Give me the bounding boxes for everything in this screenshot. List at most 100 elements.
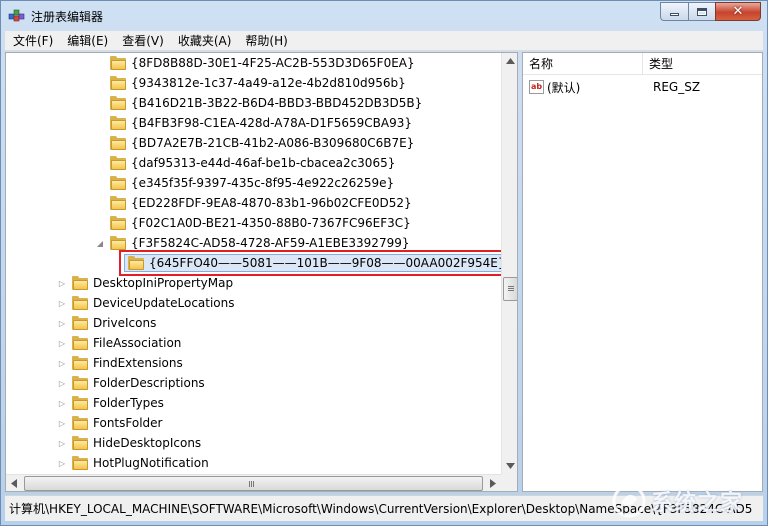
tree-item-label: FileAssociation (93, 336, 182, 350)
menu-file[interactable]: 文件(F) (7, 31, 59, 51)
tree-item-label: {8FD8B88D-30E1-4F25-AC2B-553D3D65F0EA} (131, 56, 415, 70)
folder-icon (72, 356, 88, 370)
expander-icon[interactable]: ▷ (58, 319, 66, 328)
tree-item-label: {e345f35f-9397-435c-8f95-4e922c26259e} (131, 176, 395, 190)
expander-icon[interactable] (96, 99, 104, 107)
tree-item-label: HotPlugNotification (93, 456, 209, 470)
tree-item[interactable]: ▷ DesktopIniPropertyMap (58, 273, 233, 293)
folder-icon (72, 336, 88, 350)
expander-icon[interactable] (96, 199, 104, 207)
folder-icon (110, 196, 126, 210)
tree-item[interactable]: ▷ FindExtensions (58, 353, 183, 373)
tree-vertical-scroll-thumb[interactable] (503, 277, 517, 301)
tree-item[interactable]: {8FD8B88D-30E1-4F25-AC2B-553D3D65F0EA} (96, 53, 415, 73)
tree-item-label: {B416D21B-3B22-B6D4-BBD3-BBD452DB3D5B} (131, 96, 423, 110)
maximize-button[interactable] (688, 2, 715, 21)
highlight-box (119, 250, 504, 276)
menu-help[interactable]: 帮助(H) (239, 31, 293, 51)
tree-item[interactable]: {daf95313-e44d-46af-be1b-cbacea2c3065} (96, 153, 395, 173)
scroll-up-arrow-icon[interactable] (506, 58, 515, 64)
folder-icon (72, 396, 88, 410)
title-bar[interactable]: 注册表编辑器 ✕ (1, 1, 767, 31)
tree-vertical-scrollbar[interactable] (501, 53, 517, 474)
menu-favorites[interactable]: 收藏夹(A) (172, 31, 238, 51)
expander-icon[interactable]: ▷ (58, 379, 66, 388)
folder-icon (110, 216, 126, 230)
tree-item[interactable]: {B4FB3F98-C1EA-428d-A78A-D1F5659CBA93} (96, 113, 412, 133)
expander-icon[interactable]: ◢ (96, 239, 104, 248)
tree-item[interactable]: ▷ DriveIcons (58, 313, 156, 333)
tree-item[interactable]: {e345f35f-9397-435c-8f95-4e922c26259e} (96, 173, 394, 193)
list-header: 名称 类型 (523, 53, 762, 75)
folder-icon (110, 56, 126, 70)
tree-item[interactable]: ▷ FileAssociation (58, 333, 181, 353)
expander-icon[interactable] (96, 119, 104, 127)
expander-icon[interactable]: ▷ (58, 399, 66, 408)
expander-icon[interactable]: ▷ (58, 359, 66, 368)
expander-icon[interactable]: ▷ (58, 419, 66, 428)
tree-item[interactable]: ▷ FolderTypes (58, 393, 164, 413)
minimize-icon (670, 13, 679, 16)
minimize-button[interactable] (660, 2, 688, 21)
registry-tree[interactable]: {8FD8B88D-30E1-4F25-AC2B-553D3D65F0EA} {9… (5, 52, 518, 492)
folder-icon (110, 156, 126, 170)
column-header-type[interactable]: 类型 (643, 53, 762, 75)
expander-icon[interactable]: ▷ (58, 459, 66, 468)
folder-icon (72, 276, 88, 290)
tree-item[interactable]: ▷ DeviceUpdateLocations (58, 293, 235, 313)
menu-bar: 文件(F) 编辑(E) 查看(V) 收藏夹(A) 帮助(H) (5, 31, 763, 51)
tree-item[interactable]: {BD7A2E7B-21CB-41b2-A086-B309680C6B7E} (96, 133, 414, 153)
expander-icon[interactable] (96, 79, 104, 87)
expander-icon[interactable] (96, 219, 104, 227)
folder-icon (72, 296, 88, 310)
tree-item-label: {B4FB3F98-C1EA-428d-A78A-D1F5659CBA93} (131, 116, 413, 130)
tree-item[interactable]: ▷ HotPlugNotification (58, 453, 209, 473)
expander-icon[interactable] (96, 179, 104, 187)
folder-icon (72, 456, 88, 470)
expander-icon[interactable]: ▷ (58, 279, 66, 288)
menu-edit[interactable]: 编辑(E) (61, 31, 114, 51)
tree-item[interactable]: {B416D21B-3B22-B6D4-BBD3-BBD452DB3D5B} (96, 93, 422, 113)
menu-view[interactable]: 查看(V) (116, 31, 170, 51)
scroll-right-arrow-icon[interactable] (490, 479, 496, 488)
tree-horizontal-scrollbar[interactable] (6, 474, 501, 491)
tree-item[interactable]: {F02C1A0D-BE21-4350-88B0-7367FC96EF3C} (96, 213, 411, 233)
expander-icon[interactable] (96, 59, 104, 67)
scroll-left-arrow-icon[interactable] (11, 479, 17, 488)
expander-icon[interactable] (96, 139, 104, 147)
tree-item[interactable]: {ED228FDF-9EA8-4870-83b1-96b02CFE0D52} (96, 193, 412, 213)
folder-icon (72, 376, 88, 390)
registry-editor-window: 注册表编辑器 ✕ 文件(F) 编辑(E) 查看(V) 收藏夹(A) 帮助(H) … (0, 0, 768, 526)
value-list[interactable]: 名称 类型 ab (默认) REG_SZ (522, 52, 763, 492)
tree-item-label: DriveIcons (93, 316, 157, 330)
scroll-corner (501, 474, 517, 491)
tree-item[interactable]: ▷ FontsFolder (58, 413, 162, 433)
column-header-name[interactable]: 名称 (523, 53, 643, 75)
tree-item-label: {daf95313-e44d-46af-be1b-cbacea2c3065} (131, 156, 396, 170)
registry-editor-icon (8, 9, 25, 22)
tree-item[interactable]: ▷ FolderDescriptions (58, 373, 205, 393)
expander-icon[interactable]: ▷ (58, 439, 66, 448)
folder-icon (110, 136, 126, 150)
caption-buttons: ✕ (660, 2, 761, 21)
folder-icon (72, 316, 88, 330)
folder-icon (72, 436, 88, 450)
expander-icon[interactable]: ▷ (58, 339, 66, 348)
folder-icon (72, 416, 88, 430)
value-type: REG_SZ (653, 80, 701, 94)
maximize-icon (697, 7, 707, 16)
close-button[interactable]: ✕ (715, 2, 761, 21)
expander-icon[interactable]: ▷ (58, 299, 66, 308)
expander-icon[interactable] (96, 159, 104, 167)
watermark: 系统之家 (611, 479, 761, 523)
tree-item-label: {9343812e-1c37-4a49-a12e-4b2d810d956b} (131, 76, 406, 90)
watermark-text: 系统之家 (651, 491, 744, 516)
folder-icon (110, 116, 126, 130)
string-value-icon: ab (529, 80, 544, 94)
scroll-down-arrow-icon[interactable] (506, 463, 515, 469)
list-item[interactable]: ab (默认) REG_SZ (523, 78, 700, 96)
tree-item[interactable]: ▷ HideDesktopIcons (58, 433, 201, 453)
tree-item-label: {BD7A2E7B-21CB-41b2-A086-B309680C6B7E} (131, 136, 415, 150)
tree-horizontal-scroll-thumb[interactable] (24, 476, 483, 491)
tree-item[interactable]: {9343812e-1c37-4a49-a12e-4b2d810d956b} (96, 73, 406, 93)
